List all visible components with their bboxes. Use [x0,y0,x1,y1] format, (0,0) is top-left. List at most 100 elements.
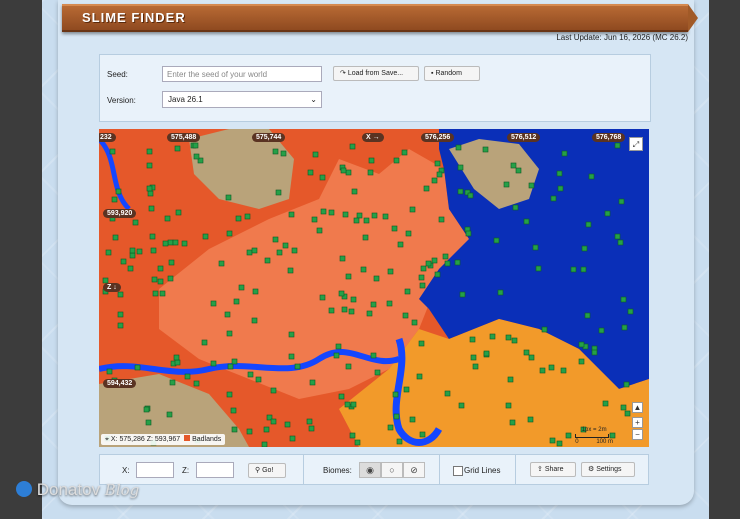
slime-chunk-marker [416,373,423,380]
slime-chunk-marker [457,188,464,195]
slime-chunk-marker [472,363,479,370]
slime-chunk-marker [218,260,225,267]
slime-chunk-marker [591,349,598,356]
slime-chunk-marker [620,296,627,303]
slime-chunk-marker [467,192,474,199]
slime-chunk-marker [354,439,361,446]
slime-chunk-marker [419,282,426,289]
slime-chunk-marker [349,432,356,439]
slime-chunk-marker [393,157,400,164]
slime-chunk-marker [482,146,489,153]
slime-chunk-marker [581,245,588,252]
slime-chunk-marker [418,340,425,347]
slime-chunk-marker [106,368,113,375]
slime-chunk-marker [367,169,374,176]
slime-chunk-marker [233,298,240,305]
slime-chunk-marker [193,380,200,387]
slime-chunk-marker [353,217,360,224]
slime-chunk-marker [505,334,512,341]
slime-chunk-marker [150,247,157,254]
slime-chunk-marker [363,217,370,224]
share-button[interactable]: ⇪ Share [530,462,576,477]
slime-chunk-marker [350,401,357,408]
load-from-save-button[interactable]: ↷ Load from Save... [333,66,419,81]
slime-chunk-marker [115,188,122,195]
seed-input[interactable]: Enter the seed of your world [162,66,322,82]
version-label: Version: [107,96,136,105]
slime-chunk-marker [341,306,348,313]
slime-chunk-marker [387,424,394,431]
slime-chunk-marker [532,244,539,251]
x-axis-label: X → [362,133,384,142]
z-coord-input[interactable] [196,462,234,478]
biome-swatch [184,435,191,441]
slime-chunk-marker [620,404,627,411]
slime-chunk-marker [550,195,557,202]
slime-chunk-marker [109,148,116,155]
watermark-suffix: Blog [104,481,140,499]
slime-chunk-marker [584,312,591,319]
slime-chunk-marker [226,391,233,398]
slime-chunk-marker [175,209,182,216]
slime-chunk-marker [148,205,155,212]
slime-chunk-marker [511,337,518,344]
scale-max: 100 m [596,439,613,445]
load-from-save-label: Load from Save... [347,70,404,77]
settings-button[interactable]: ⚙ Settings [581,462,635,477]
slime-chunk-marker [570,266,577,273]
slime-chunk-marker [588,173,595,180]
slime-chunk-marker [614,233,621,240]
north-arrow-icon[interactable]: ▲ [632,402,643,413]
slime-chunk-marker [288,211,295,218]
slime-chunk-marker [284,421,291,428]
slime-chunk-marker [151,276,158,283]
slime-chunk-marker [505,402,512,409]
grid-lines-checkbox[interactable] [453,466,463,476]
slime-chunk-marker [340,167,347,174]
slime-chunk-marker [419,431,426,438]
slime-chunk-marker [420,265,427,272]
slime-chunk-marker [512,204,519,211]
biomes-outline-toggle[interactable]: ○ [381,462,403,478]
slime-chunk-marker [202,233,209,240]
slime-chunk-marker [152,290,159,297]
slime-chunk-marker [168,259,175,266]
zoom-in-button[interactable]: + [632,417,643,428]
slime-chunk-marker [387,268,394,275]
slime-chunk-marker [174,359,181,366]
slime-chunk-marker [335,343,342,350]
x-coord-input[interactable] [136,462,174,478]
map-canvas[interactable] [99,129,649,447]
slime-chunk-marker [129,247,136,254]
slime-chunk-marker [181,240,188,247]
slime-chunk-marker [598,327,605,334]
random-button[interactable]: ▪ Random [424,66,480,81]
slime-chunk-marker [319,174,326,181]
z-coord-label: Z: [182,466,190,475]
slime-chunk-marker [345,273,352,280]
biomes-hide-toggle[interactable]: ⊘ [403,462,425,478]
go-button[interactable]: ⚲ Go! [248,463,286,478]
slime-chunk-marker [349,143,356,150]
slime-chunk-marker [527,416,534,423]
version-select[interactable]: Java 26.1 ⌄ [162,91,322,108]
slime-chunk-marker [436,171,443,178]
zoom-out-button[interactable]: − [632,429,643,440]
eye-slash-icon: ⊘ [410,465,418,475]
slime-chunk-marker [350,296,357,303]
slime-chunk-marker [339,255,346,262]
slime-chunk-marker [409,416,416,423]
slime-chunk-marker [371,212,378,219]
slime-chunk-marker [289,435,296,442]
slime-chunk-marker [201,339,208,346]
circle-icon: ○ [389,465,395,475]
cursor-coords: X: 575,286 Z: 593,967 [110,436,181,443]
slime-chunk-marker [132,219,139,226]
slime-chunk-marker [235,215,242,222]
x-tick-label: 576,256 [421,133,455,142]
slime-map[interactable]: 232 575,488 575,744 X → 576,256 576,512 … [99,129,649,447]
biomes-show-toggle[interactable]: ◉ [359,462,381,478]
cursor-status: ⌖ X: 575,286 Z: 593,967 Badlands [101,434,226,445]
slime-chunk-marker [231,358,238,365]
fullscreen-icon[interactable]: ⤢ [629,137,643,151]
